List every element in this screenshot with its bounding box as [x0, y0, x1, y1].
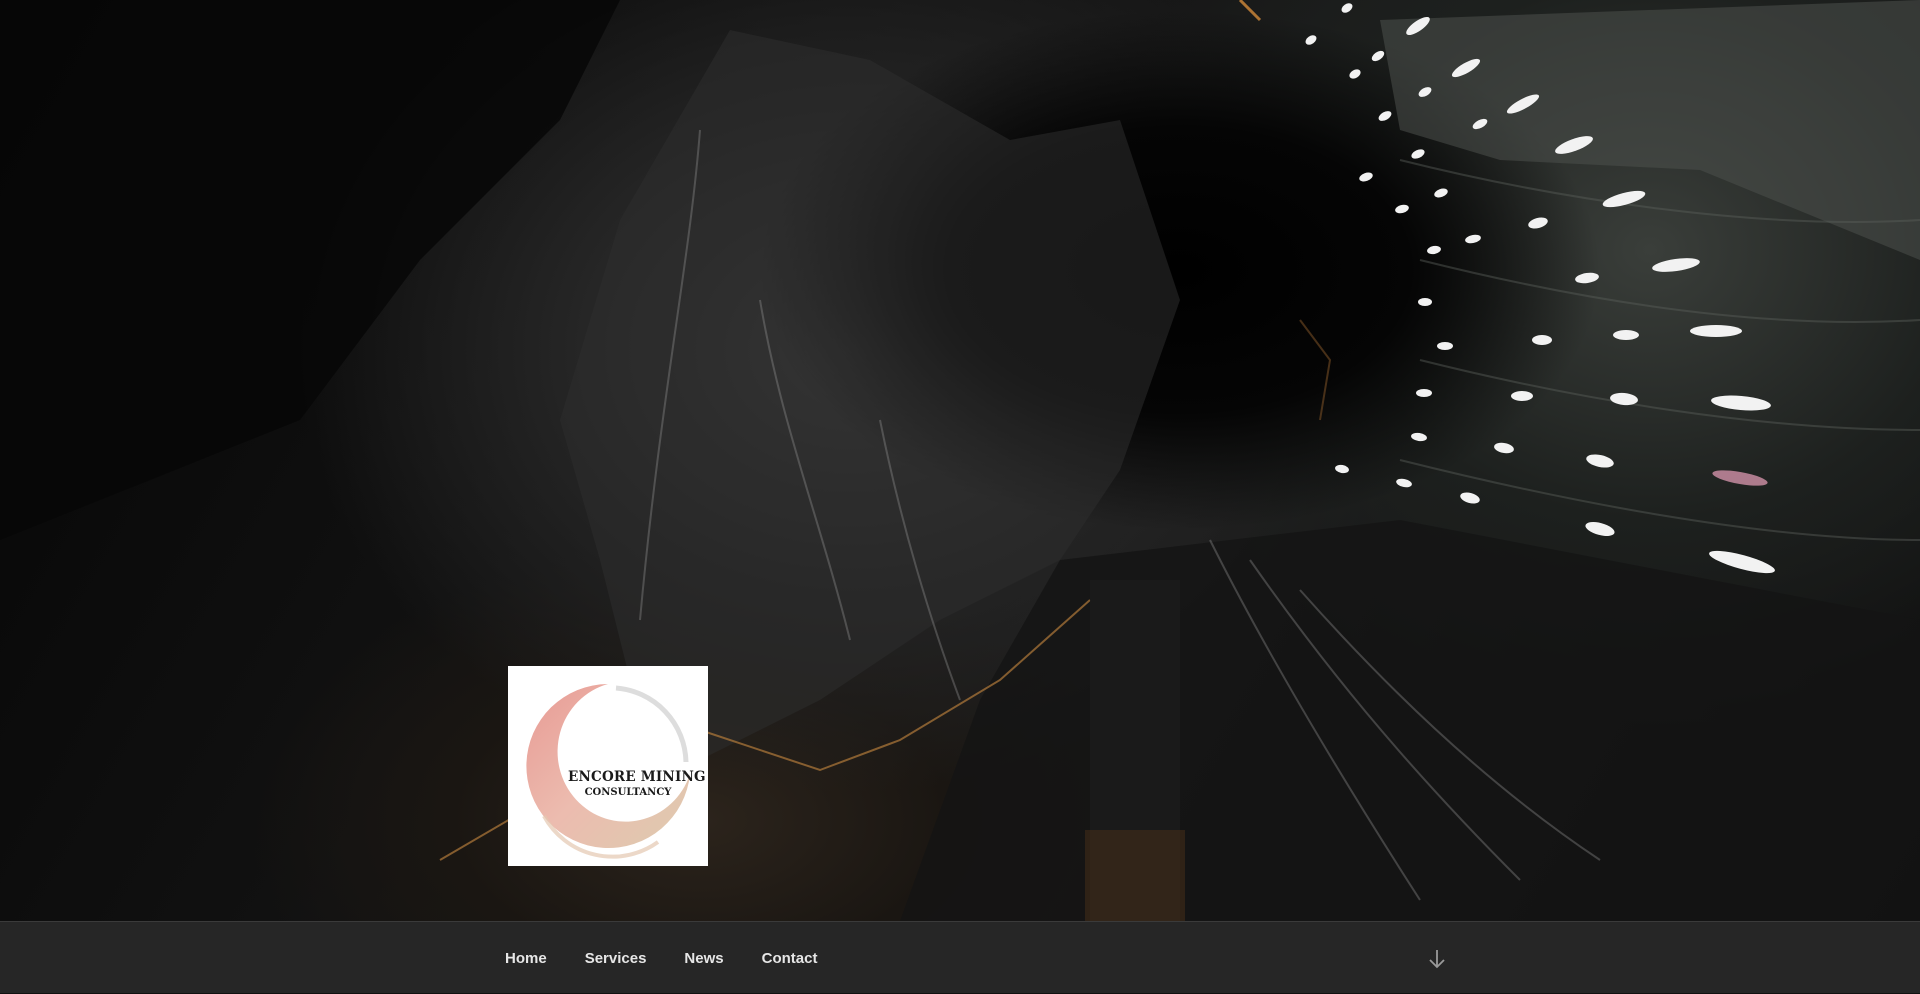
logo-crescent-icon: [526, 684, 690, 859]
nav-menu: Home Services News Contact: [486, 922, 836, 994]
site-logo[interactable]: ENCORE MINING CONSULTANCY: [508, 666, 708, 866]
arrow-down-icon: [1429, 950, 1445, 969]
main-navigation: Home Services News Contact: [0, 921, 1920, 993]
nav-item-home[interactable]: Home: [486, 950, 566, 967]
logo-text-line1: ENCORE MINING: [568, 769, 706, 785]
scroll-down-button[interactable]: [1426, 948, 1448, 970]
nav-item-news[interactable]: News: [665, 950, 742, 967]
cave-background-image: [0, 0, 1920, 921]
logo-text-line2: CONSULTANCY: [584, 787, 672, 798]
header-media: ENCORE MINING CONSULTANCY: [0, 0, 1920, 921]
nav-item-contact[interactable]: Contact: [743, 950, 837, 967]
nav-item-services[interactable]: Services: [566, 950, 666, 967]
